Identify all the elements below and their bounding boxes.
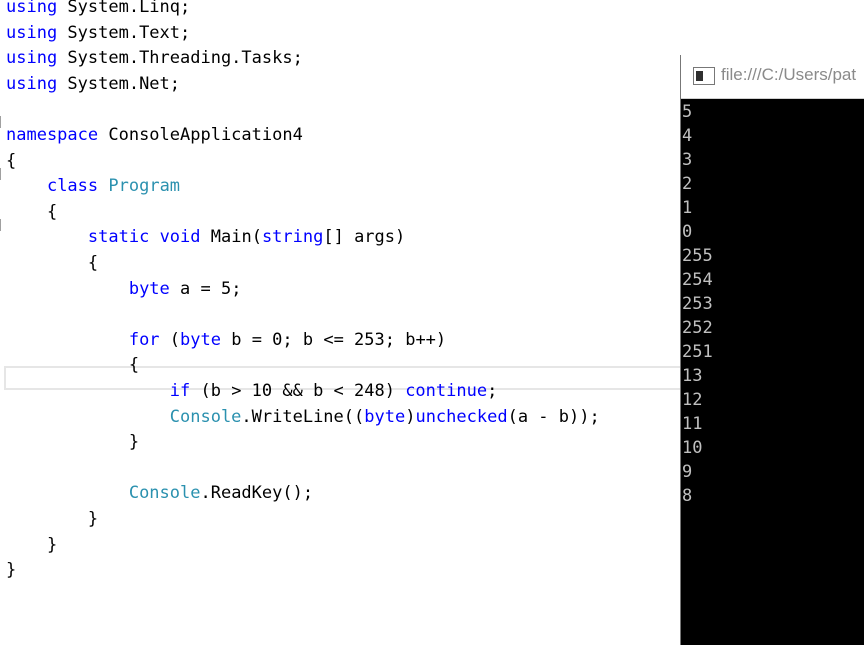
code-keyword: namespace	[6, 125, 99, 145]
code-keyword: if	[169, 381, 191, 401]
code-keyword: for	[128, 329, 160, 350]
console-output: 5 4 3 2 1 0 255 254 253 252 251 13 12 11 10 9 8	[682, 100, 713, 508]
console-output-line: 5	[682, 102, 693, 122]
code-line: using System.Linq;	[6, 0, 190, 20]
code-line: using System.Text;	[6, 21, 190, 46]
code-line: }	[6, 558, 16, 583]
code-text: (a - b));	[507, 406, 600, 427]
code-line: if (b > 10 && b < 248) continue;	[6, 379, 498, 404]
code-line: }	[6, 533, 57, 558]
code-keyword: byte	[364, 406, 406, 427]
code-text: System.Text;	[57, 22, 191, 43]
code-text: System.Net;	[57, 73, 181, 94]
console-output-line: 9	[682, 462, 693, 482]
code-text: }	[6, 560, 17, 581]
code-line: class Program	[6, 174, 180, 199]
code-type-name: Console	[128, 483, 201, 504]
code-text: ;	[487, 381, 498, 401]
fold-marker[interactable]	[0, 116, 1, 128]
console-output-line: 13	[682, 366, 703, 386]
code-line: }	[6, 430, 139, 455]
console-window-icon	[693, 67, 715, 85]
code-keyword: byte	[128, 278, 170, 299]
code-line: Console.ReadKey();	[6, 481, 313, 506]
code-text: (	[159, 329, 181, 350]
console-output-line: 8	[682, 486, 693, 506]
console-title: file:///C:/Users/pat	[721, 65, 857, 84]
code-text: {	[6, 355, 140, 376]
code-text: .WriteLine((	[241, 406, 365, 427]
code-keyword: class	[46, 176, 99, 197]
code-line: byte a = 5;	[6, 277, 242, 302]
console-output-line: 1	[682, 198, 693, 218]
console-output-line: 253	[682, 294, 713, 314]
code-line: {	[6, 149, 16, 174]
code-keyword: using	[6, 22, 58, 43]
console-output-line: 255	[682, 246, 713, 266]
console-output-line: 251	[682, 342, 713, 362]
code-text: [] args)	[323, 227, 406, 248]
code-line: using System.Net;	[6, 72, 180, 97]
console-titlebar[interactable]: file:///C:/Users/pat	[681, 55, 864, 99]
console-output-line: 3	[682, 150, 693, 170]
code-line: {	[6, 200, 57, 225]
code-keyword: using	[6, 48, 58, 69]
code-type-name: Program	[108, 176, 181, 197]
code-keyword: void	[159, 227, 201, 248]
console-output-line: 12	[682, 390, 703, 410]
console-output-line: 0	[682, 222, 693, 242]
code-line: Console.WriteLine((byte)unchecked(a - b)…	[6, 405, 600, 430]
code-text: System.Linq;	[57, 0, 191, 17]
console-output-line: 10	[682, 438, 703, 458]
code-text: {	[6, 201, 58, 222]
console-output-line: 11	[682, 414, 703, 434]
code-line: {	[6, 353, 139, 378]
code-keyword: using	[6, 73, 58, 94]
code-keyword: using	[6, 0, 58, 17]
code-line: for (byte b = 0; b <= 253; b++)	[6, 328, 446, 353]
console-output-line: 4	[682, 126, 693, 146]
code-text: ConsoleApplication4	[98, 125, 303, 145]
console-window[interactable]: file:///C:/Users/pat 5 4 3 2 1 0 255 254 253 252 2…	[680, 55, 864, 645]
code-text: {	[6, 150, 17, 171]
code-text: )	[405, 406, 416, 427]
code-keyword: static	[87, 227, 150, 248]
code-line: namespace ConsoleApplication4	[6, 123, 303, 148]
fold-marker[interactable]	[0, 168, 1, 180]
code-text: }	[6, 534, 58, 555]
code-text: System.Threading.Tasks;	[57, 48, 303, 69]
code-text: }	[6, 509, 99, 529]
console-output-line: 2	[682, 174, 693, 194]
code-type-name: Console	[169, 406, 242, 427]
fold-marker[interactable]	[0, 219, 1, 231]
code-text: }	[6, 432, 140, 453]
code-text: b = 0; b <= 253; b++)	[220, 329, 447, 350]
code-keyword: continue	[405, 381, 488, 401]
code-keyword: string	[261, 227, 324, 248]
console-output-line: 254	[682, 270, 713, 290]
console-output-line: 252	[682, 318, 713, 338]
code-text: Main(	[200, 227, 262, 248]
code-text: (b > 10 && b < 248)	[190, 381, 406, 401]
code-text: .ReadKey();	[200, 483, 314, 504]
code-line: static void Main(string[] args)	[6, 225, 405, 250]
code-text: {	[6, 253, 99, 273]
code-keyword: byte	[180, 329, 221, 350]
code-line: }	[6, 507, 98, 532]
code-text: a = 5;	[169, 278, 242, 299]
code-line: {	[6, 251, 98, 276]
code-keyword: unchecked	[415, 406, 508, 427]
code-line: using System.Threading.Tasks;	[6, 46, 303, 71]
